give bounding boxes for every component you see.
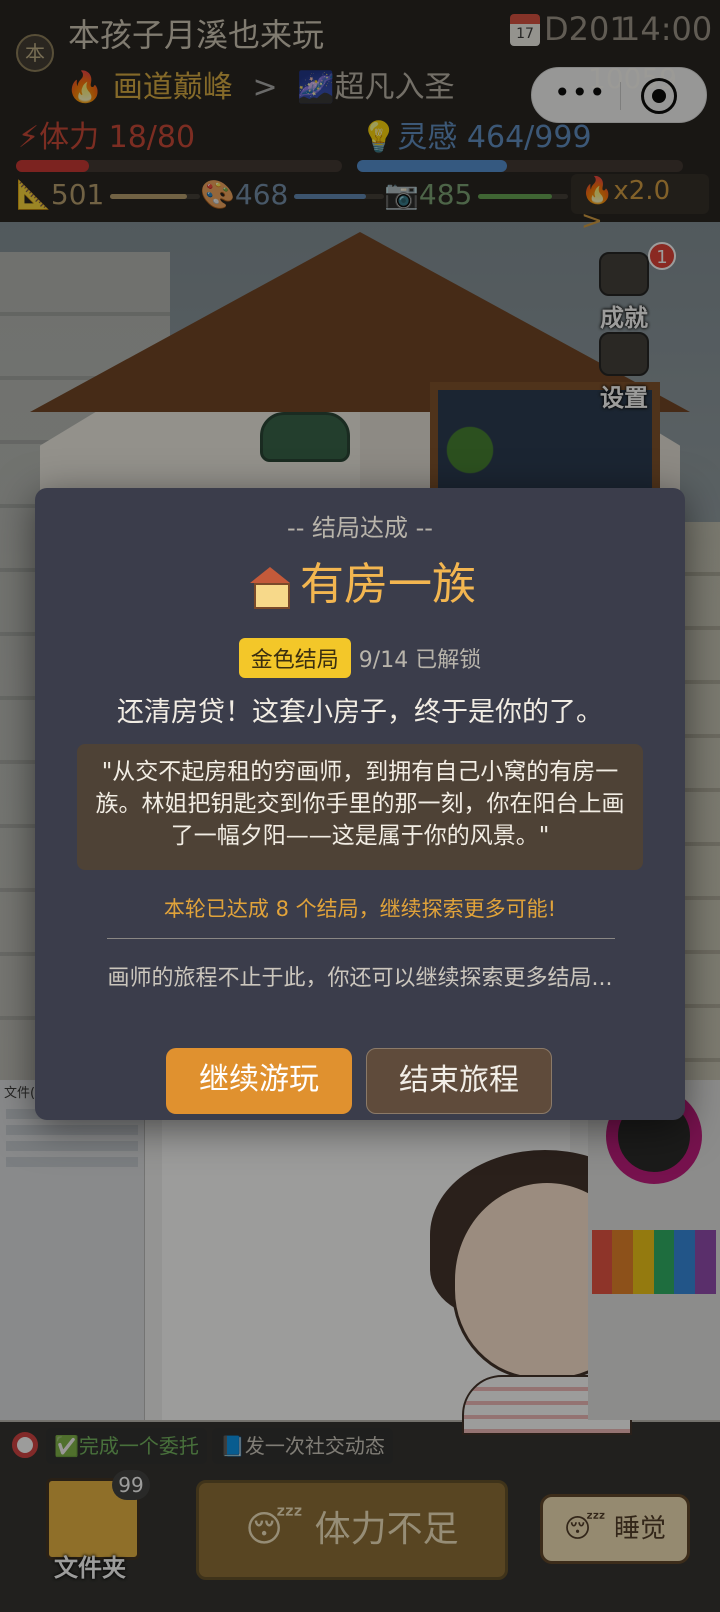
ending-quote: "从交不起房租的穷画师，到拥有自己小窝的有房一族。林姐把钥匙交到你手里的那一刻，… (77, 744, 643, 870)
camera-icon: 📷 (384, 178, 419, 211)
sleep-button[interactable]: 😴 睡觉 (540, 1494, 690, 1564)
achievements-button[interactable]: 成就 (594, 252, 654, 333)
stamina-insufficient-button[interactable]: 😴 体力不足 (196, 1480, 508, 1580)
sofa[interactable] (260, 412, 350, 462)
fire-icon: 🔥 (66, 70, 104, 105)
rank-separator: > (252, 70, 278, 105)
time-label: 14:00 (620, 10, 713, 48)
settings-button[interactable]: 设置 (594, 332, 654, 413)
divider (107, 938, 615, 939)
ending-meta: 金色结局 9/14 已解锁 (35, 638, 685, 678)
stat-color: 🎨468 (200, 178, 385, 211)
player-name: 本孩子月溪也来玩 (68, 16, 325, 54)
end-journey-button[interactable]: 结束旅程 (366, 1048, 552, 1114)
ending-title: 有房一族 (35, 548, 685, 612)
gold-ending-tag: 金色结局 (238, 638, 351, 678)
folder-badge: 99 (112, 1470, 150, 1500)
lightning-icon: ⚡ (18, 120, 40, 155)
palette-icon: 🎨 (200, 178, 235, 211)
modal-header: -- 结局达成 -- (287, 514, 433, 542)
stamina-bar (16, 160, 342, 172)
miniprogram-capsule: ••• (531, 67, 707, 123)
multiplier-button[interactable]: 🔥x2.0 > (571, 174, 709, 236)
top-hud: 本 本孩子月溪也来玩 17 D201 14:00 🔥 画道巅峰 > 🌌超凡入圣 … (0, 0, 720, 236)
stat-camera: 📷485 (384, 178, 569, 211)
target-icon (12, 1432, 38, 1458)
gear-icon (599, 332, 649, 376)
avatar[interactable]: 本 (16, 34, 54, 72)
ending-modal: -- 结局达成 -- 有房一族 金色结局 9/14 已解锁 还清房贷！这套小房子，… (35, 488, 685, 1120)
unlock-count: 9/14 已解锁 (358, 648, 482, 673)
galaxy-icon: 🌌 (297, 70, 335, 105)
more-icon[interactable]: ••• (554, 79, 606, 108)
rank-next: 超凡入圣 (334, 70, 455, 105)
ending-description: 还清房贷！这套小房子，终于是你的了。 (117, 697, 603, 728)
roof (30, 232, 360, 412)
continue-button[interactable]: 继续游玩 (166, 1048, 352, 1114)
task-bar: ✅完成一个委托 📘发一次社交动态 (0, 1422, 720, 1482)
rank-line: 🔥 画道巅峰 > 🌌超凡入圣 (66, 62, 455, 106)
stat-drawing: 📐501 (16, 178, 201, 211)
stamina-label: ⚡体力 18/80 (18, 120, 196, 155)
fire-icon: 🔥 (581, 176, 614, 206)
lightbulb-icon: 💡 (360, 120, 398, 155)
drawing-canvas[interactable] (162, 1100, 660, 1435)
inspiration-value: 464/999 (466, 120, 592, 155)
painting-app: 文件( (0, 1080, 720, 1435)
task-social-post[interactable]: 📘发一次社交动态 (212, 1428, 393, 1464)
close-miniprogram-icon[interactable] (641, 78, 677, 114)
layers-panel: 文件( (0, 1080, 145, 1420)
color-palette[interactable] (592, 1230, 716, 1294)
more-endings-text: 画师的旅程不止于此，你还可以继续探索更多结局... (107, 966, 613, 991)
color-panel (588, 1080, 720, 1420)
inspiration-bar (357, 160, 683, 172)
rank-current: 画道巅峰 (112, 70, 233, 105)
calendar-icon: 17 (510, 14, 540, 46)
folder-label: 文件夹 (54, 1554, 126, 1582)
achievements-badge: 1 (648, 242, 676, 270)
ruler-icon: 📐 (16, 178, 51, 211)
round-note: 本轮已达成 8 个结局，继续探索更多可能! (163, 897, 557, 921)
plant[interactable] (440, 402, 500, 482)
house-icon (244, 567, 290, 609)
trophy-icon (599, 252, 649, 296)
day-label: D201 (544, 10, 630, 48)
task-commission[interactable]: ✅完成一个委托 (46, 1428, 207, 1464)
stamina-value: 18/80 (108, 120, 196, 155)
